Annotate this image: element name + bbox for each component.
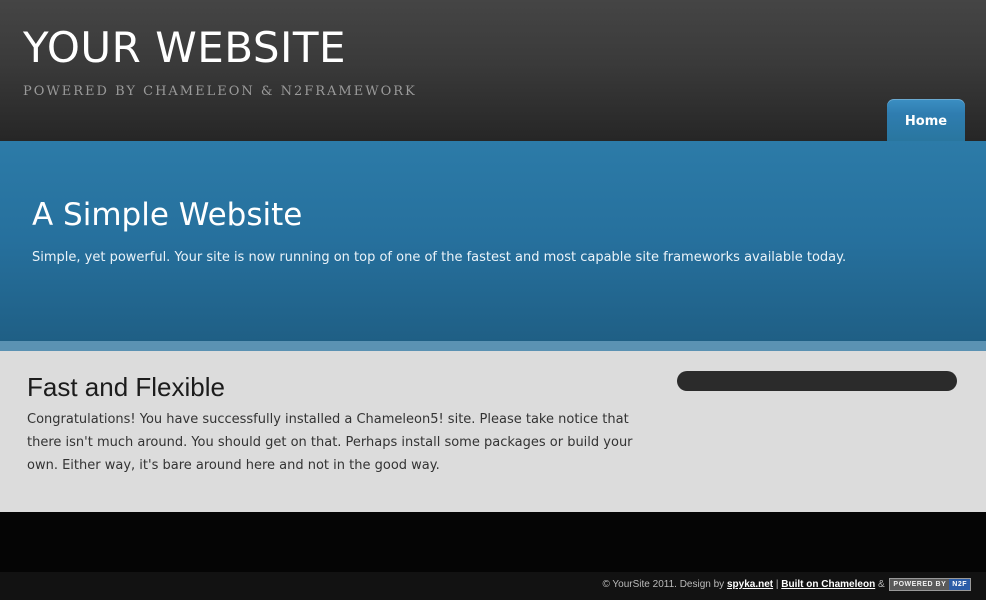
section-title: Fast and Flexible	[27, 372, 225, 402]
badge-left-text: POWERED BY	[890, 579, 950, 590]
footer-copyright: © YourSite 2011. Design by	[602, 579, 725, 591]
site-tagline: POWERED BY CHAMELEON & N2FRAMEWORK	[23, 84, 417, 99]
hero-text: Simple, yet powerful. Your site is now r…	[32, 250, 847, 265]
powered-by-n2f-badge[interactable]: POWERED BY N2F	[889, 578, 971, 591]
hero-divider	[0, 341, 986, 351]
built-on-chameleon-link[interactable]: Built on Chameleon	[781, 579, 875, 590]
sidebar-bar	[677, 371, 957, 391]
site-header: YOUR WEBSITE POWERED BY CHAMELEON & N2FR…	[0, 0, 986, 141]
page: YOUR WEBSITE POWERED BY CHAMELEON & N2FR…	[0, 0, 986, 600]
hero-banner: A Simple Website Simple, yet powerful. Y…	[0, 141, 986, 341]
badge-right-text: N2F	[949, 579, 970, 590]
main-content: Fast and Flexible Congratulations! You h…	[0, 351, 986, 512]
footer-ampersand: &	[877, 579, 885, 591]
footer-spacer	[0, 512, 986, 572]
hero-title: A Simple Website	[32, 197, 303, 233]
site-footer: © YourSite 2011. Design by spyka.net | B…	[0, 572, 986, 600]
section-body: Congratulations! You have successfully i…	[27, 412, 633, 473]
nav-tab-home[interactable]: Home	[887, 99, 965, 141]
site-title[interactable]: YOUR WEBSITE	[23, 22, 346, 74]
footer-credits: © YourSite 2011. Design by spyka.net | B…	[602, 578, 971, 592]
design-link[interactable]: spyka.net	[727, 579, 773, 590]
footer-separator: |	[775, 579, 779, 591]
